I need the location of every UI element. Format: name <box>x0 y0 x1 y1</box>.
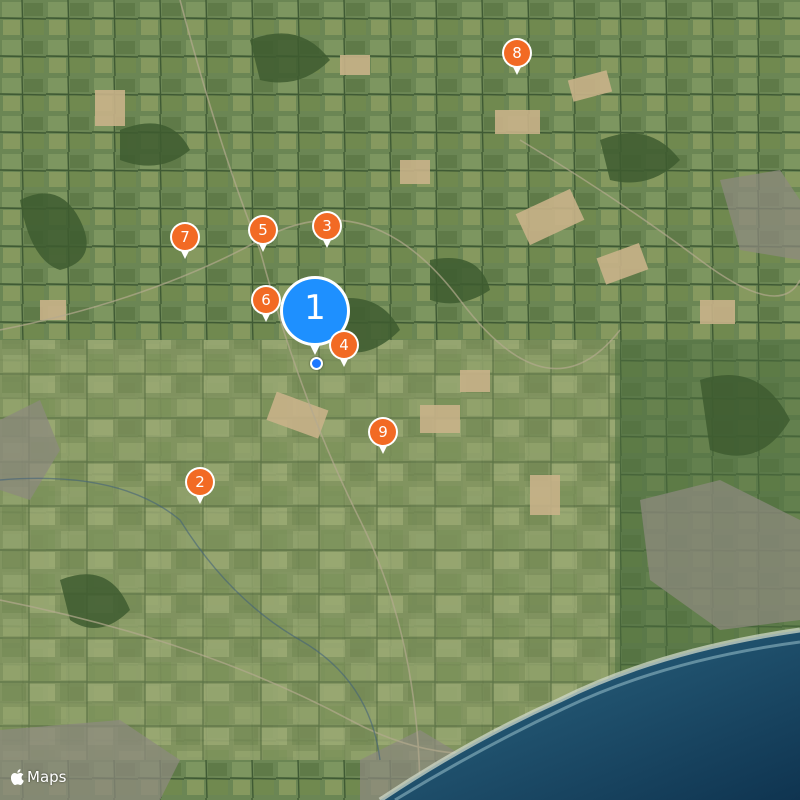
marker-3-label: 3 <box>322 217 332 235</box>
map-view[interactable]: 1 2 3 4 5 6 7 8 9 Maps <box>0 0 800 800</box>
marker-7-label: 7 <box>180 228 190 246</box>
map-marker-5[interactable]: 5 <box>248 215 278 253</box>
marker-9-label: 9 <box>378 423 388 441</box>
marker-5-label: 5 <box>258 221 268 239</box>
maps-attribution-text: Maps <box>27 768 67 786</box>
map-marker-9[interactable]: 9 <box>368 417 398 455</box>
marker-8-label: 8 <box>512 44 522 62</box>
map-marker-7[interactable]: 7 <box>170 222 200 260</box>
marker-2-label: 2 <box>195 473 205 491</box>
map-marker-8[interactable]: 8 <box>502 38 532 76</box>
map-marker-2[interactable]: 2 <box>185 467 215 505</box>
map-marker-4[interactable]: 4 <box>329 330 359 368</box>
marker-1-label: 1 <box>304 288 326 328</box>
marker-4-label: 4 <box>339 336 349 354</box>
marker-6-label: 6 <box>261 291 271 309</box>
map-marker-6[interactable]: 6 <box>251 285 281 323</box>
current-location-dot <box>310 357 323 370</box>
apple-logo-icon <box>10 769 24 785</box>
map-marker-3[interactable]: 3 <box>312 211 342 249</box>
maps-attribution[interactable]: Maps <box>10 766 66 788</box>
satellite-imagery <box>0 0 800 800</box>
